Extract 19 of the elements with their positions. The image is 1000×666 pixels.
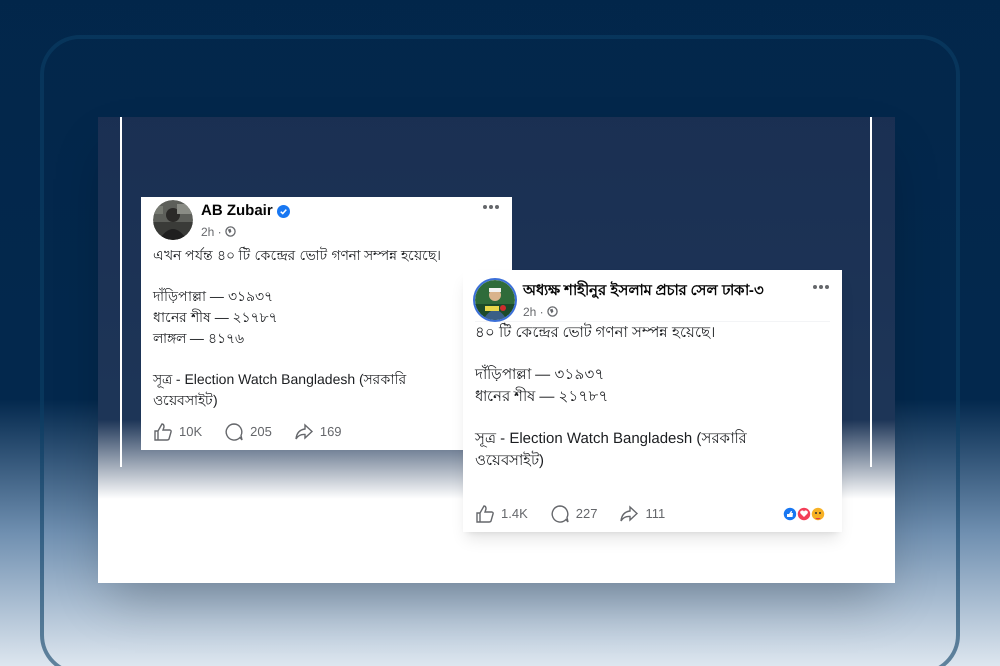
post-text: দাঁড়িপাল্লা — ৩১৯৩৭: [153, 286, 273, 306]
share-count[interactable]: 111: [645, 504, 666, 524]
share-count[interactable]: 169: [320, 422, 342, 442]
comment-count[interactable]: 227: [576, 504, 598, 524]
post-text: ৪০ টি কেন্দ্রের ভোট গণনা সম্পন্ন হয়েছে।: [475, 322, 716, 342]
post-text: এখন পর্যন্ত ৪০ টি কেন্দ্রের ভোট গণনা সম্পন্ন হয়েছে।: [153, 246, 442, 264]
post-text: সূত্র - Election Watch Bangladesh (সরকারি ওয়েবসাইট): [153, 370, 408, 410]
author-name[interactable]: AB Zubair: [201, 200, 273, 222]
post-text: ধানের শীষ — ২১৭৮৭: [475, 386, 609, 406]
post-text: লাঙ্গল — ৪১৭৬: [153, 328, 244, 348]
post-text: দাঁড়িপাল্লা — ৩১৯৩৭: [475, 364, 604, 384]
post-time[interactable]: 2h ·: [523, 302, 544, 320]
like-count[interactable]: 10K: [179, 422, 202, 442]
author-name[interactable]: অধ্যক্ষ শাহীনুর ইসলাম প্রচার সেল ঢাকা-৩: [523, 280, 764, 302]
post-text: ধানের শীষ — ২১৭৮৭: [153, 308, 278, 326]
like-count[interactable]: 1.4K: [501, 504, 528, 524]
post-time[interactable]: 2h ·: [201, 222, 222, 240]
comment-count[interactable]: 205: [250, 422, 272, 442]
post-text: সূত্র - Election Watch Bangladesh (সরকারি ওয়েবসাইট): [475, 428, 748, 470]
